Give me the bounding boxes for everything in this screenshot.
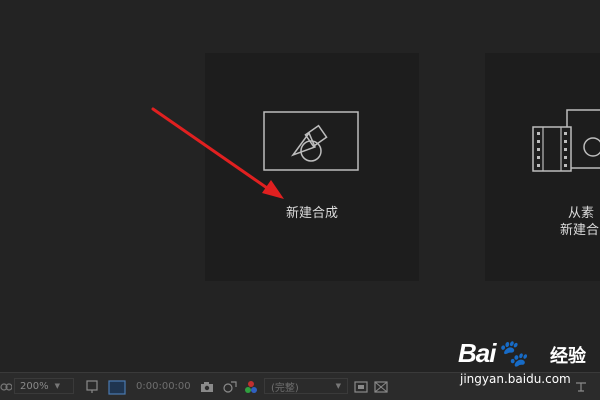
zoom-value: 200% <box>20 380 49 392</box>
flowchart-icon[interactable] <box>574 373 590 400</box>
resolution-dropdown[interactable]: (完整) ▼ <box>264 378 348 394</box>
from-footage-label-line1: 从素 <box>568 206 595 221</box>
current-time-display[interactable]: 0:00:00:00 <box>136 373 194 400</box>
region-of-interest-icon[interactable] <box>86 373 102 400</box>
toggle-icon[interactable] <box>0 373 12 400</box>
footage-film-composition-icon <box>532 109 600 172</box>
color-channels-icon[interactable] <box>244 373 260 400</box>
composition-shapes-icon <box>263 111 359 171</box>
composition-status-bar: 200% ▼ 0:00:00:00 (完整) ▼ <box>0 372 600 400</box>
chevron-down-icon: ▼ <box>335 382 341 390</box>
camera-snapshot-icon[interactable] <box>200 373 216 400</box>
new-composition-from-footage-card[interactable]: 从素 新建合 <box>485 53 600 281</box>
new-composition-card[interactable]: 新建合成 <box>205 53 419 281</box>
fast-preview-icon[interactable] <box>354 373 370 400</box>
chevron-down-icon: ▼ <box>54 382 60 390</box>
show-snapshot-icon[interactable] <box>222 373 240 400</box>
magnification-dropdown[interactable]: 200% ▼ <box>14 378 74 394</box>
toggle-view-icon[interactable] <box>374 373 390 400</box>
resolution-value: (完整) <box>271 382 299 394</box>
composition-workspace: 新建合成 从素 新建合 <box>0 0 600 372</box>
transparency-grid-icon[interactable] <box>108 373 128 400</box>
new-composition-label: 新建合成 <box>285 206 338 221</box>
from-footage-label-line2: 新建合 <box>560 223 600 238</box>
